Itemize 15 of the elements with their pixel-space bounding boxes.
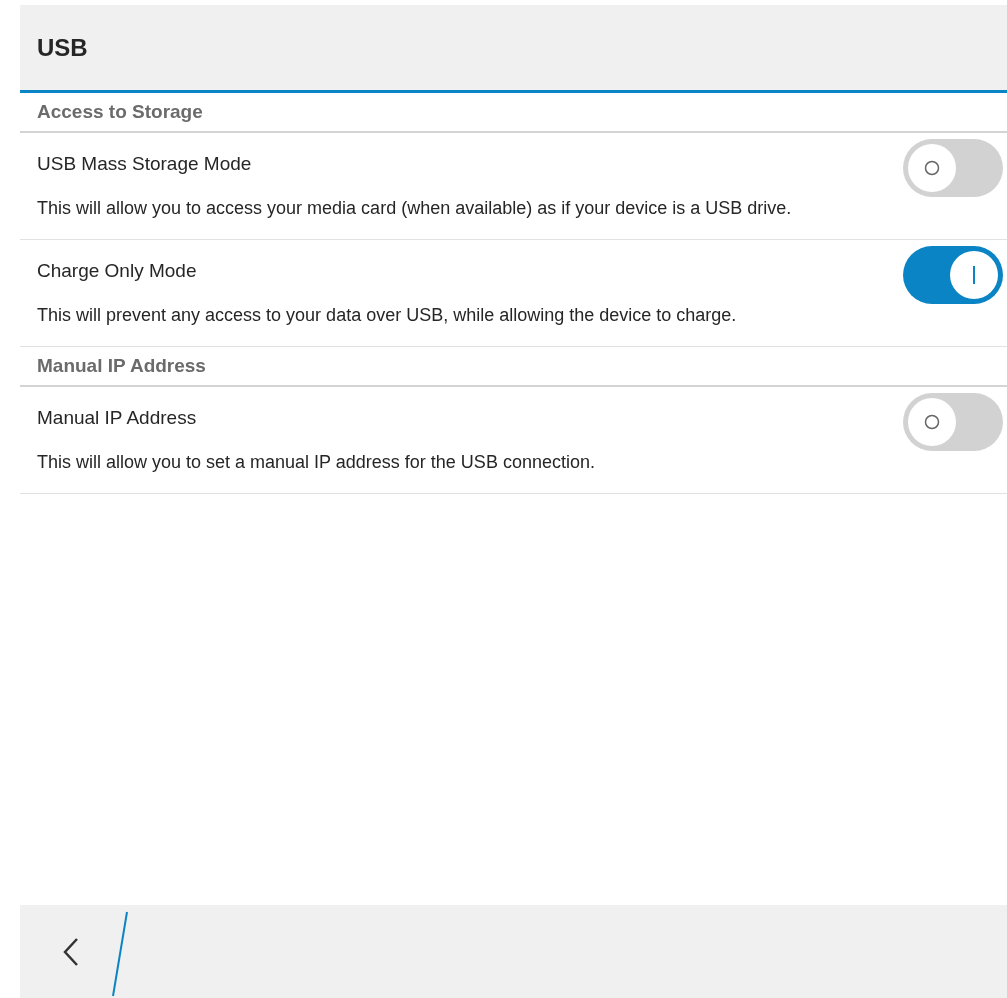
page-title: USB <box>37 32 88 63</box>
setting-description: This will allow you to access your media card (when available) as if your device is a USB drive. <box>37 196 793 220</box>
section-header: Access to Storage <box>37 99 203 124</box>
setting-title: Manual IP Address <box>37 406 198 431</box>
toggle-switch[interactable] <box>903 246 1003 304</box>
on-line-icon <box>972 266 976 284</box>
setting-title: USB Mass Storage Mode <box>37 152 253 177</box>
off-circle-icon <box>924 414 940 430</box>
setting-title: Charge Only Mode <box>37 259 198 284</box>
back-icon <box>63 936 79 967</box>
section-header: Manual IP Address <box>37 353 206 378</box>
setting-description: This will allow you to set a manual IP address for the USB connection. <box>37 450 596 474</box>
off-circle-icon <box>924 160 940 176</box>
divider-line-icon <box>111 911 129 997</box>
setting-description: This will prevent any access to your data over USB, while allowing the device to charge. <box>37 303 738 327</box>
